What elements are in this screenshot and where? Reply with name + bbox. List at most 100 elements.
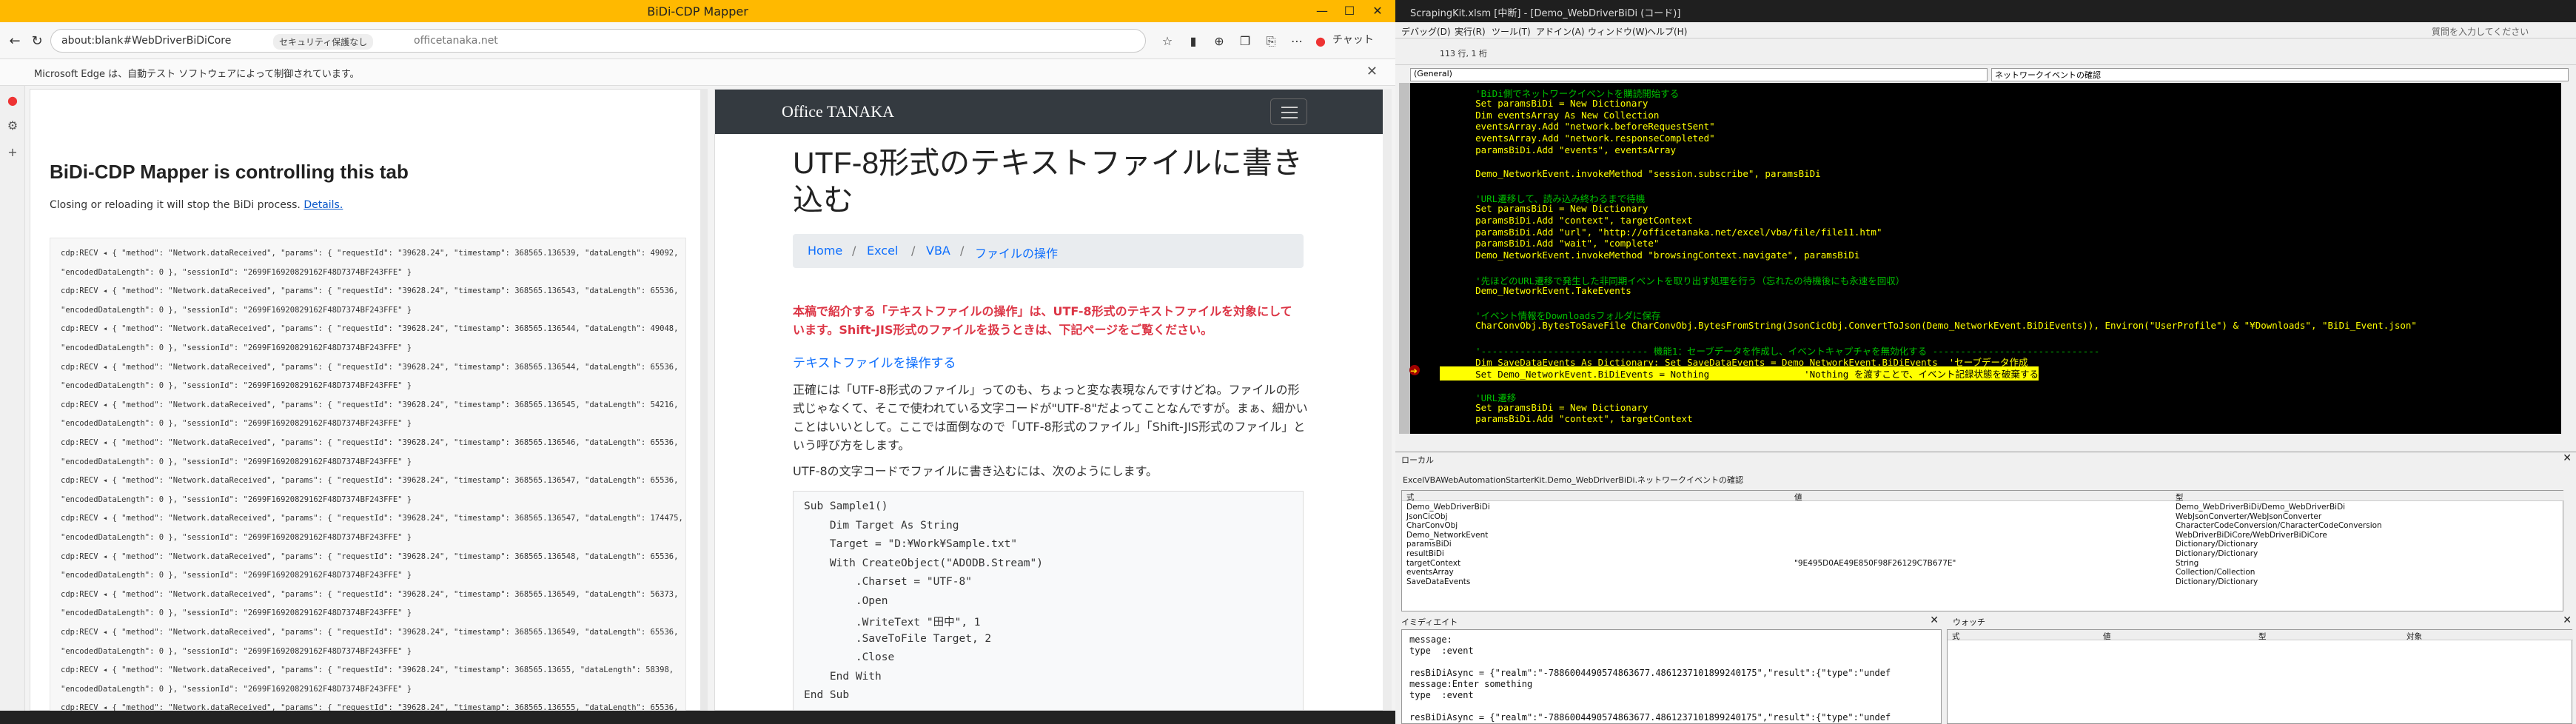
right-pane-scrollbar[interactable] (1383, 89, 1392, 711)
menu-tools[interactable]: ツール(T) (1492, 25, 1531, 38)
collections-icon[interactable]: ❐ (1236, 33, 1254, 50)
article-paragraph-2: UTF-8の文字コードでファイルに書き込むには、次のようにします。 (793, 464, 1158, 478)
code-line: End Sub (804, 689, 850, 701)
menu-debug[interactable]: デバッグ(D) (1401, 25, 1451, 38)
immediate-line: resBiDiAsync = {"realm":"-78860044905748… (1409, 712, 1891, 723)
edge-sidebar: ● ⚙ + (0, 86, 25, 724)
code-margin[interactable] (1399, 83, 1410, 434)
code-line: Dim Target As String (804, 519, 959, 532)
locals-row-name: SaveDataEvents (1406, 577, 1471, 586)
breadcrumb: Home / Excel / VBA / ファイルの操作 (793, 234, 1304, 268)
log-line: "encodedDataLength": 0 }, "sessionId": "… (61, 419, 412, 429)
watch-col-type[interactable]: 型 (2258, 631, 2267, 642)
code-line: .Open (804, 594, 888, 607)
article-paragraph-1: 正確には「UTF-8形式のファイル」ってのも、ちょっと変な表現なんですけどね。フ… (793, 383, 1308, 452)
breadcrumb-vba[interactable]: VBA (926, 244, 950, 258)
edge-window-title: BiDi-CDP Mapper (647, 4, 748, 19)
menu-addins[interactable]: アドイン(A) (1536, 25, 1585, 38)
locals-row-type: Dictionary/Dictionary (2176, 540, 2258, 549)
security-badge[interactable]: セキュリティ保護なし (273, 34, 374, 50)
extensions-icon[interactable]: ⊕ (1210, 33, 1228, 50)
more-icon[interactable]: ⋯ (1288, 33, 1306, 50)
locals-row-name: resultBiDi (1406, 549, 1444, 558)
bidi-mapper-pane: BiDi-CDP Mapper is controlling this tab … (30, 89, 707, 711)
share-icon[interactable]: ⎘ (1262, 33, 1280, 50)
vbe-window-title: ScrapingKit.xlsm [中断] - [Demo_WebDriverB… (1410, 8, 1681, 19)
favorite-icon[interactable]: ☆ (1158, 33, 1176, 50)
sidebar-add-icon[interactable]: + (4, 145, 21, 163)
maximize-icon[interactable]: ☐ (1341, 3, 1358, 19)
locals-col-expr[interactable]: 式 (1406, 492, 1415, 503)
refresh-icon[interactable]: ↻ (27, 31, 47, 52)
log-line: "encodedDataLength": 0 }, "sessionId": "… (61, 457, 412, 466)
code-line: With CreateObject("ADODB.Stream") (804, 557, 1044, 569)
code-line: .SaveToFile Target, 2 (804, 632, 992, 645)
menu-help[interactable]: ヘルプ(H) (1647, 25, 1687, 38)
close-icon[interactable]: ✕ (1369, 3, 1386, 19)
vba-code-line: Dim eventsArray As New Collection (1453, 109, 1660, 121)
code-editor[interactable]: 'BiDi側でネットワークイベントを購読開始する Set paramsBiDi … (1410, 83, 2561, 434)
locals-header: 式 値 型 (1402, 491, 2564, 503)
sidebar-copilot-icon[interactable]: ● (4, 93, 21, 111)
automation-infobar: Microsoft Edge は、自動テスト ソフトウェアによって制御されていま… (0, 59, 1395, 86)
locals-close-icon[interactable]: ✕ (2563, 452, 2572, 464)
locals-path: ExcelVBAWebAutomationStarterKit.Demo_Web… (1403, 475, 1744, 485)
watch-col-value[interactable]: 値 (2103, 631, 2111, 642)
minimize-icon[interactable]: — (1314, 3, 1330, 19)
code-line: End With (804, 670, 882, 683)
vba-code-line: paramsBiDi.Add "context", targetContext (1453, 214, 1693, 226)
details-link[interactable]: Details. (303, 199, 343, 211)
immediate-close-icon[interactable]: ✕ (1930, 614, 1939, 626)
breadcrumb-home[interactable]: Home (808, 244, 842, 258)
menu-window[interactable]: ウィンドウ(W) (1588, 25, 1648, 38)
watch-col-expr[interactable]: 式 (1952, 631, 1960, 642)
breadcrumb-excel[interactable]: Excel (867, 244, 898, 258)
watch-close-icon[interactable]: ✕ (2563, 614, 2572, 626)
locals-col-type[interactable]: 型 (2176, 492, 2184, 503)
infobar-close-icon[interactable]: ✕ (1366, 64, 1378, 79)
sidebar-settings-icon[interactable]: ⚙ (4, 118, 21, 136)
locals-row-name: Demo_NetworkEvent (1406, 530, 1489, 540)
vbe-title-bar[interactable]: ScrapingKit.xlsm [中断] - [Demo_WebDriverB… (1395, 0, 2576, 22)
vba-code-line: Demo_NetworkEvent.invokeMethod "session.… (1453, 167, 1821, 179)
vba-code-line: Set paramsBiDi = New Dictionary (1453, 401, 1648, 413)
procedure-combo[interactable]: ネットワークイベントの確認 (1991, 68, 2569, 81)
immediate-line: type :event (1409, 646, 1474, 656)
reading-view-icon[interactable]: ▮ (1184, 33, 1202, 50)
site-brand[interactable]: Office TANAKA (782, 102, 894, 121)
log-line: "encodedDataLength": 0 }, "sessionId": "… (61, 267, 412, 277)
menu-run[interactable]: 実行(R) (1455, 25, 1486, 38)
back-icon[interactable]: ← (4, 31, 25, 52)
watch-window[interactable]: 式 値 型 対象 (1947, 629, 2573, 724)
hamburger-menu-icon[interactable] (1270, 98, 1307, 125)
locals-row-name: Demo_WebDriverBiDi (1406, 503, 1490, 512)
locals-col-value[interactable]: 値 (1794, 492, 1802, 503)
locals-row-type: Dictionary/Dictionary (2176, 577, 2258, 586)
log-line: cdp:RECV ◂ { "method": "Network.dataRece… (61, 628, 679, 637)
locals-row-type: String (2176, 558, 2199, 568)
vba-code-line: eventsArray.Add "network.responseComplet… (1453, 133, 1715, 144)
help-search[interactable]: 質問を入力してください (2432, 25, 2529, 38)
infobar-text: Microsoft Edge は、自動テスト ソフトウェアによって制御されていま… (34, 69, 360, 80)
text-file-link[interactable]: テキストファイルを操作する (793, 352, 956, 371)
log-line: cdp:RECV ◂ { "method": "Network.dataRece… (61, 666, 674, 675)
vba-code-line: paramsBiDi.Add "context", targetContext (1453, 413, 1693, 425)
object-combo[interactable]: (General) (1410, 68, 1988, 81)
edge-title-bar[interactable]: BiDi-CDP Mapper — ☐ ✕ (0, 0, 1395, 22)
locals-row-type: WebDriverBiDiCore/WebDriverBiDiCore (2176, 530, 2327, 540)
log-line: "encodedDataLength": 0 }, "sessionId": "… (61, 533, 412, 542)
watch-col-context[interactable]: 対象 (2406, 631, 2422, 642)
chat-button[interactable]: チャット (1332, 32, 1374, 47)
url-text[interactable]: about:blank#WebDriverBiDiCore (61, 35, 231, 47)
copilot-icon[interactable]: ● (1312, 33, 1329, 50)
breadcrumb-file[interactable]: ファイルの操作 (975, 244, 1058, 261)
log-line: cdp:RECV ◂ { "method": "Network.dataRece… (61, 589, 679, 599)
code-line: .Charset = "UTF-8" (804, 576, 972, 588)
immediate-window[interactable]: message: type :event resBiDiAsync = {"real… (1401, 629, 1942, 724)
left-pane-scrollbar[interactable] (700, 89, 708, 711)
mapper-subtitle: Closing or reloading it will stop the Bi… (50, 199, 343, 211)
address-bar[interactable]: about:blank#WebDriverBiDiCore セキュリティ保護なし… (50, 29, 1146, 53)
locals-row-name: eventsArray (1406, 568, 1454, 577)
log-line: cdp:RECV ◂ { "method": "Network.dataRece… (61, 249, 679, 258)
mapper-heading: BiDi-CDP Mapper is controlling this tab (50, 161, 409, 183)
